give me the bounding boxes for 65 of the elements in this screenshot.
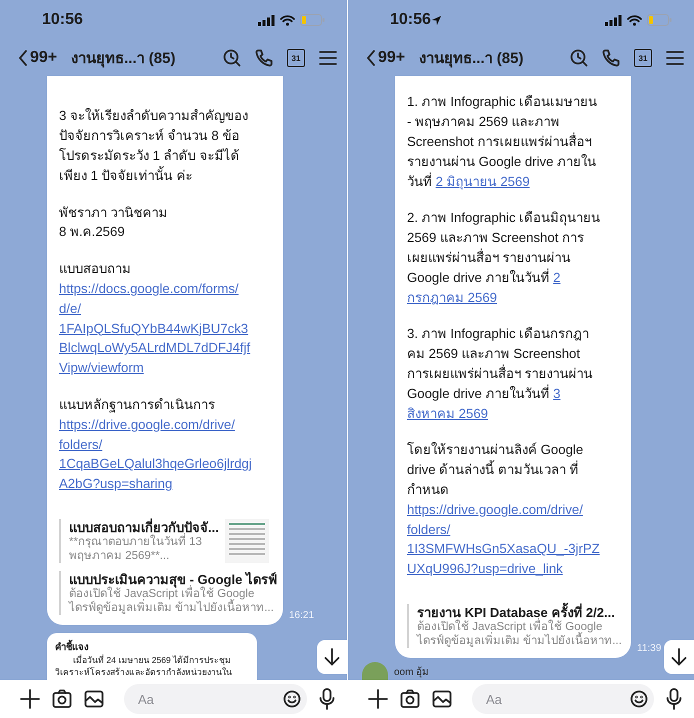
sender-name: oom อุ้ม	[394, 666, 430, 678]
chevron-left-icon	[366, 50, 376, 66]
calendar-icon[interactable]: 31	[634, 49, 652, 67]
menu-icon[interactable]	[319, 50, 337, 66]
calendar-icon[interactable]: 31	[287, 49, 305, 67]
link[interactable]: 2	[553, 270, 560, 285]
link[interactable]: 3	[553, 386, 560, 401]
message-text: 3. ภาพ Infographic เดือนกรกฎา คม 2569 และภาพ Screenshot การเผยแพร่ผ่านสื่อฯ รายงานผ่าน Google drive ภายในวันที่ 3 สิงหาคม 2569	[407, 325, 594, 423]
link[interactable]: https://drive.google.com/drive/ folders/ 1CqaBGeLQalul3hqeGrleo6jlrdgj A2bG?usp=sharing	[59, 414, 273, 494]
back-button[interactable]: 99+	[366, 49, 406, 67]
message-time: 11:39	[637, 643, 662, 656]
message-input[interactable]: Aa	[136, 690, 283, 708]
link[interactable]: https://docs.google.com/forms/ d/e/ 1FAIpQLSfuQYbB44wKjBU7ck3 BlclwqLoWy5ALrdMDL7dDFJ4fjf Vipw/viewform	[59, 279, 273, 378]
link[interactable]: 2 มิถุนายน 2569	[436, 174, 530, 189]
microphone-icon[interactable]	[319, 688, 335, 710]
image-icon[interactable]	[84, 689, 104, 709]
message-time: 16:21	[289, 610, 314, 623]
message-text: โดยให้รายงานผ่านลิงค์ Google drive ด้านล่างนี้ ตามวันเวลา ที่ กำหนด https://drive.google.com/drive/ folders/ 1I3SMFWHsGn5XasaQU_-3jrPZ UXqU996J?usp=drive_link	[407, 440, 621, 579]
phone-icon[interactable]	[602, 49, 620, 67]
battery-icon	[647, 14, 672, 26]
plus-icon[interactable]	[368, 689, 388, 709]
message-text: 3 จะให้เรียงลำดับความสำคัญของ ปัจจัยการวิเคราะห์ จำนวน 8 ข้อ โปรดระมัดระวัง 1 ลำดับ จะมีได้ เพียง 1 ปัจจัยเท่านั้น ค่ะ	[59, 107, 249, 185]
link[interactable]: https://drive.google.com/drive/ folders/ 1I3SMFWHsGn5XasaQU_-3jrPZ UXqU996J?usp=drive_link	[407, 500, 621, 579]
message-text: พัชราภา วานิชคาม 8 พ.ค.2569	[59, 204, 169, 242]
signal-icon	[605, 14, 622, 26]
chat-title: งานยุทธ...า (85)	[419, 49, 524, 70]
card-text: เมื่อวันที่ 24 เมษายน 2569 ได้มีการประชุม	[72, 654, 232, 666]
preview-title: แบบสอบถามเกี่ยวกับปัจจั...	[69, 519, 219, 535]
back-button[interactable]: 99+	[18, 49, 58, 67]
message-text: แนบหลักฐานการดำเนินการ https://drive.google.com/drive/ folders/ 1CqaBGeLQalul3hqeGrleo6jlrdgj A2bG?usp=sharing	[59, 395, 273, 494]
arrow-down-icon	[671, 648, 687, 666]
signal-icon	[258, 14, 275, 26]
card-text: วิเคราะห์โครงสร้างและอัตรากำลังหน่วยงานใน	[55, 666, 233, 678]
arrow-down-icon	[324, 648, 340, 666]
chevron-left-icon	[18, 50, 28, 66]
microphone-icon[interactable]	[666, 688, 682, 710]
phone-icon[interactable]	[255, 49, 273, 67]
scroll-down-button[interactable]	[664, 640, 694, 674]
link[interactable]: สิงหาคม 2569	[407, 406, 488, 421]
message-field[interactable]: Aa	[472, 684, 654, 714]
plus-icon[interactable]	[20, 689, 40, 709]
message-field[interactable]: Aa	[124, 684, 307, 714]
emoji-icon[interactable]	[283, 690, 301, 708]
status-time: 10:56	[390, 11, 431, 29]
message-text: 2. ภาพ Infographic เดือนมิถุนายน 2569 และภาพ Screenshot การ เผยแพร่ผ่านสื่อฯ รายงานผ่าน Google drive ภายในวันที่ 2 กรกฎาคม 2569	[407, 209, 602, 307]
camera-icon[interactable]	[400, 689, 420, 709]
chat-title: งานยุทธ...า (85)	[71, 49, 176, 70]
search-icon[interactable]	[223, 49, 241, 67]
message-text: 1. ภาพ Infographic เดือนเมษายน - พฤษภาคม 2569 และภาพ Screenshot การเผยแพร่ผ่านสื่อฯ รายงานผ่าน Google drive ภายใน วันที่ 2 มิถุนายน 2569	[407, 93, 598, 192]
link[interactable]: กรกฎาคม 2569	[407, 290, 498, 305]
status-time: 10:56	[42, 11, 83, 29]
image-icon[interactable]	[432, 689, 452, 709]
wifi-icon	[627, 14, 642, 26]
menu-icon[interactable]	[666, 50, 684, 66]
message-text: แบบสอบถาม https://docs.google.com/forms/ d/e/ 1FAIpQLSfuQYbB44wKjBU7ck3 BlclwqLoWy5ALrdMDL7dDFJ4fjf Vipw/viewform	[59, 259, 273, 378]
message-input[interactable]: Aa	[484, 690, 630, 708]
camera-icon[interactable]	[52, 689, 72, 709]
wifi-icon	[280, 14, 295, 26]
battery-icon	[300, 14, 325, 26]
link-preview[interactable]: แบบสอบถามเกี่ยวกับปัจจั... **กรุณาตอบภายในวันที่ 13 พฤษภาคม 2569**...	[59, 519, 273, 563]
link-preview[interactable]: รายงาน KPI Database ครั้งที่ 2/2... ต้องเปิดใช้ JavaScript เพื่อใช้ Google ไดรฟ์ดูข้อมูลเพิ่มเติม ข้ามไปยังเนื้อหาท...	[407, 604, 621, 648]
scroll-down-button[interactable]	[317, 640, 347, 674]
card-title: คำชี้แจง	[55, 639, 249, 654]
search-icon[interactable]	[570, 49, 588, 67]
emoji-icon[interactable]	[630, 690, 648, 708]
